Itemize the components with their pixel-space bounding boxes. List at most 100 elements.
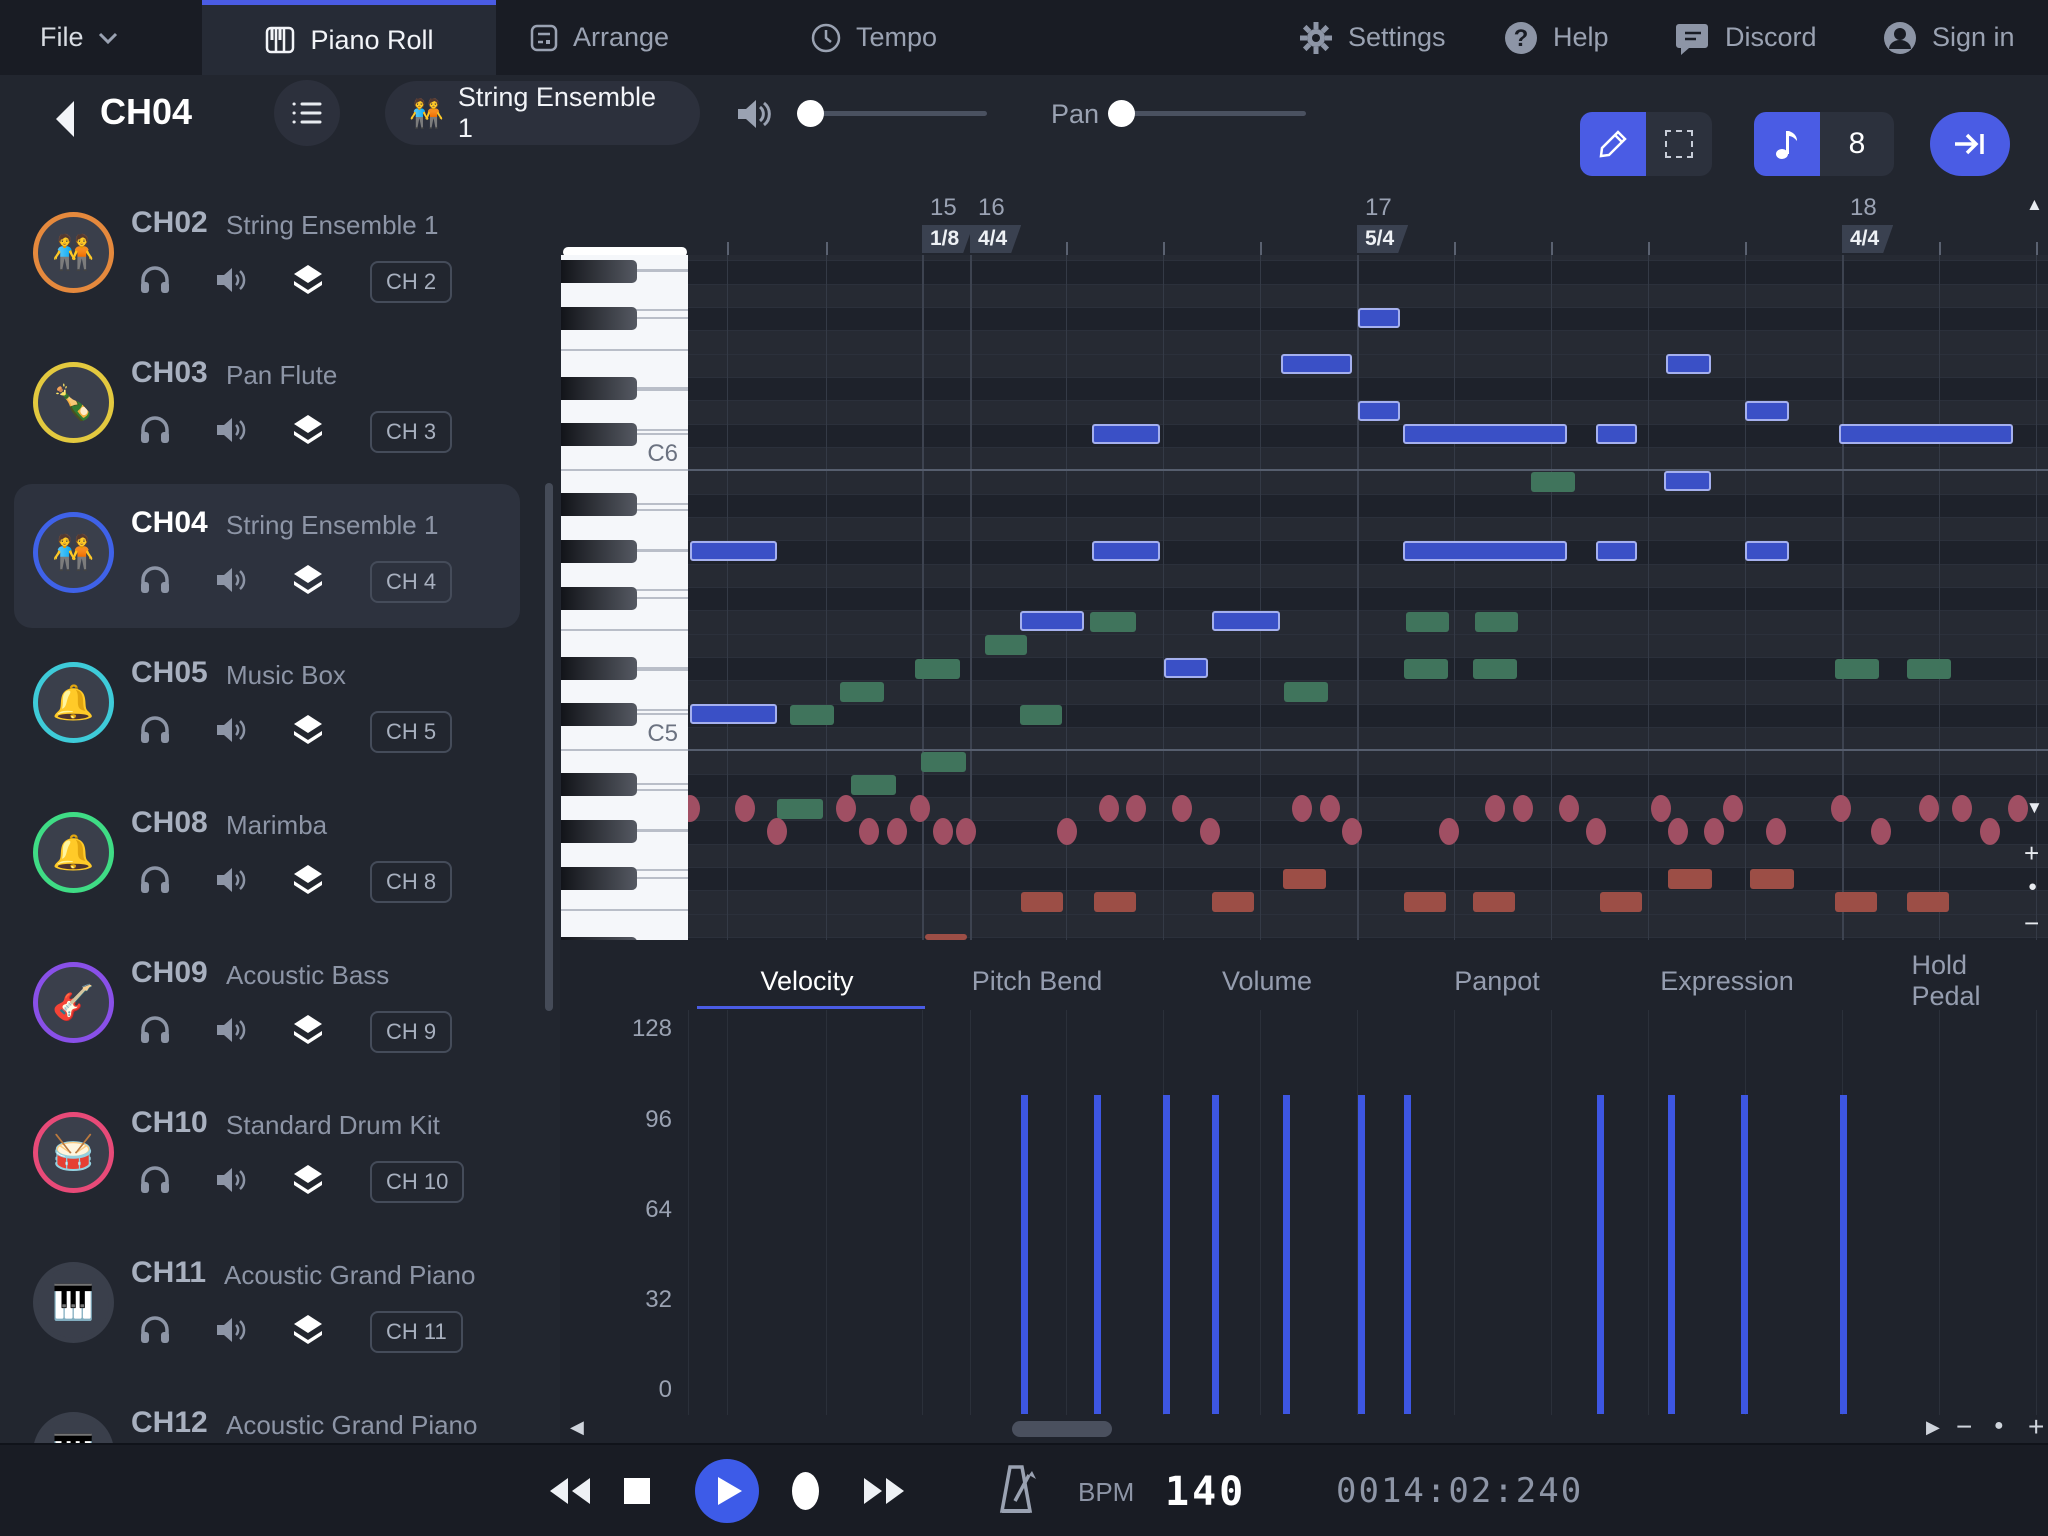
note-selected-channel[interactable] — [1358, 401, 1400, 421]
solo-headphones-icon[interactable] — [140, 1315, 170, 1350]
discord-button[interactable]: Discord — [1675, 0, 1817, 75]
black-key[interactable] — [561, 867, 637, 890]
controller-tab-velocity[interactable]: Velocity — [760, 951, 853, 1011]
record-button[interactable] — [792, 1472, 819, 1510]
settings-button[interactable]: Settings — [1298, 0, 1446, 75]
timeline-ruler[interactable]: 151/8164/4175/4184/4 — [561, 190, 2048, 255]
black-key[interactable] — [561, 423, 637, 446]
velocity-bar[interactable] — [1021, 1095, 1028, 1414]
h-zoom-in-icon[interactable]: + — [2028, 1411, 2044, 1443]
controller-tab-panpot[interactable]: Panpot — [1454, 951, 1540, 1011]
select-tool-button[interactable] — [1646, 112, 1712, 176]
scroll-right-icon[interactable]: ▶ — [1926, 1417, 1940, 1438]
bpm-value[interactable]: 140 — [1165, 1469, 1246, 1515]
channel-item-ch08[interactable]: 🔔CH08MarimbaCH 8 — [0, 790, 560, 940]
note-selected-channel[interactable] — [1839, 424, 2013, 444]
velocity-bar[interactable] — [1283, 1095, 1290, 1414]
black-key[interactable] — [561, 307, 637, 330]
note-selected-channel[interactable] — [1358, 308, 1400, 328]
controller-tab-expression[interactable]: Expression — [1660, 951, 1794, 1011]
instrument-selector[interactable]: 🧑‍🤝‍🧑 String Ensemble 1 — [385, 81, 700, 145]
velocity-bar[interactable] — [1668, 1095, 1675, 1414]
velocity-bar[interactable] — [1358, 1095, 1365, 1414]
velocity-bar[interactable] — [1094, 1095, 1101, 1414]
layers-icon[interactable] — [292, 565, 324, 600]
note-selected-channel[interactable] — [1596, 541, 1637, 561]
note-selected-channel[interactable] — [1664, 471, 1711, 491]
note-selected-channel[interactable] — [690, 704, 777, 724]
layers-icon[interactable] — [292, 1015, 324, 1050]
black-key[interactable] — [561, 773, 637, 796]
mute-speaker-icon[interactable] — [216, 716, 246, 749]
solo-headphones-icon[interactable] — [140, 265, 170, 300]
note-selected-channel[interactable] — [1164, 658, 1208, 678]
fast-forward-button[interactable] — [862, 1475, 906, 1507]
note-selected-channel[interactable] — [1403, 541, 1567, 561]
mute-speaker-icon[interactable] — [216, 566, 246, 599]
controller-tab-pitch-bend[interactable]: Pitch Bend — [972, 951, 1103, 1011]
volume-slider[interactable] — [797, 111, 987, 116]
black-key[interactable] — [561, 657, 637, 680]
time-signature-tag[interactable]: 4/4 — [1842, 225, 1893, 253]
channel-item-ch09[interactable]: 🎸CH09Acoustic BassCH 9 — [0, 940, 560, 1090]
black-key[interactable] — [561, 377, 637, 400]
mute-speaker-icon[interactable] — [216, 266, 246, 299]
black-key[interactable] — [561, 703, 637, 726]
pan-slider-knob[interactable] — [1108, 100, 1135, 127]
channel-item-ch12[interactable]: 🎹CH12Acoustic Grand Piano — [0, 1390, 560, 1443]
layers-icon[interactable] — [292, 1315, 324, 1350]
time-signature-tag[interactable]: 4/4 — [970, 225, 1021, 253]
back-icon[interactable] — [52, 99, 78, 139]
time-signature-tag[interactable]: 5/4 — [1357, 225, 1408, 253]
black-key[interactable] — [561, 493, 637, 516]
note-length-value[interactable]: 8 — [1820, 112, 1894, 176]
layers-icon[interactable] — [292, 715, 324, 750]
channel-list-scrollbar[interactable] — [545, 483, 553, 1011]
stop-button[interactable] — [624, 1478, 650, 1504]
solo-headphones-icon[interactable] — [140, 1015, 170, 1050]
h-zoom-reset-icon[interactable]: ● — [1994, 1417, 2004, 1435]
solo-headphones-icon[interactable] — [140, 865, 170, 900]
help-button[interactable]: ? Help — [1503, 0, 1609, 75]
h-zoom-out-icon[interactable]: − — [1956, 1411, 1972, 1443]
layers-icon[interactable] — [292, 865, 324, 900]
mute-speaker-icon[interactable] — [216, 1016, 246, 1049]
note-selected-channel[interactable] — [1403, 424, 1567, 444]
piano-keyboard[interactable]: C6C5 — [561, 255, 688, 940]
velocity-bar[interactable] — [1163, 1095, 1170, 1414]
velocity-bar[interactable] — [1840, 1095, 1847, 1414]
go-to-end-button[interactable] — [1930, 112, 2010, 176]
zoom-out-icon[interactable]: − — [2024, 908, 2039, 939]
note-selected-channel[interactable] — [1212, 611, 1280, 631]
note-selected-channel[interactable] — [1745, 401, 1789, 421]
mute-speaker-icon[interactable] — [216, 416, 246, 449]
tab-piano-roll[interactable]: Piano Roll — [202, 0, 496, 75]
channel-item-ch02[interactable]: 🧑‍🤝‍🧑CH02String Ensemble 1CH 2 — [0, 190, 560, 340]
note-selected-channel[interactable] — [1281, 354, 1352, 374]
horizontal-scrollbar-thumb[interactable] — [1012, 1421, 1112, 1437]
tab-arrange[interactable]: Arrange — [529, 0, 669, 75]
velocity-bar[interactable] — [1597, 1095, 1604, 1414]
channel-item-ch11[interactable]: 🎹CH11Acoustic Grand PianoCH 11 — [0, 1240, 560, 1390]
solo-headphones-icon[interactable] — [140, 1165, 170, 1200]
note-selected-channel[interactable] — [1666, 354, 1711, 374]
zoom-in-icon[interactable]: + — [2024, 838, 2039, 869]
layers-icon[interactable] — [292, 415, 324, 450]
mute-speaker-icon[interactable] — [216, 1166, 246, 1199]
file-menu[interactable]: File — [40, 0, 118, 75]
black-key[interactable] — [561, 820, 637, 843]
scroll-left-icon[interactable]: ◀ — [570, 1417, 584, 1438]
tab-tempo[interactable]: Tempo — [810, 0, 937, 75]
note-selected-channel[interactable] — [1020, 611, 1084, 631]
play-button[interactable] — [695, 1459, 759, 1523]
velocity-bar[interactable] — [1404, 1095, 1411, 1414]
solo-headphones-icon[interactable] — [140, 415, 170, 450]
zoom-reset-icon[interactable]: ● — [2028, 878, 2037, 895]
volume-slider-knob[interactable] — [797, 100, 824, 127]
black-key[interactable] — [561, 260, 637, 283]
pan-slider[interactable] — [1108, 111, 1306, 116]
solo-headphones-icon[interactable] — [140, 715, 170, 750]
pencil-tool-button[interactable] — [1580, 112, 1646, 176]
channel-item-ch05[interactable]: 🔔CH05Music BoxCH 5 — [0, 640, 560, 790]
channel-item-ch03[interactable]: 🍾CH03Pan FluteCH 3 — [0, 340, 560, 490]
